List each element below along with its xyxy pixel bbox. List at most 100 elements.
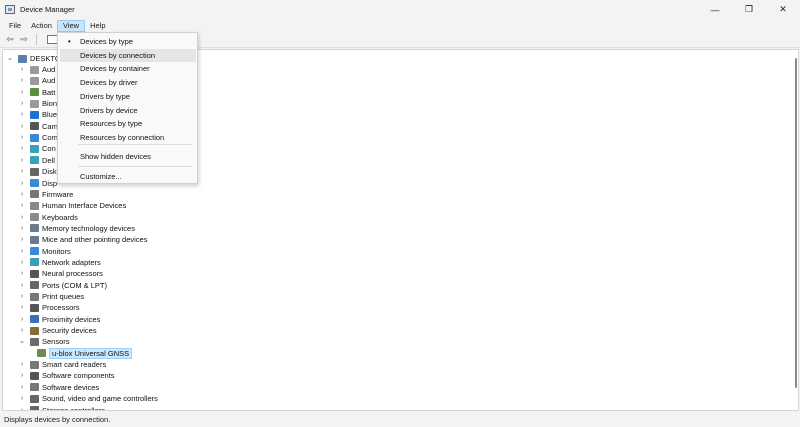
chevron-right-icon[interactable]: › <box>18 121 26 132</box>
chevron-right-icon[interactable]: › <box>18 75 26 86</box>
tree-category-item[interactable]: › Smart card readers <box>18 359 106 370</box>
chevron-right-icon[interactable]: › <box>18 132 26 143</box>
tree-category-item[interactable]: › Aud <box>18 64 56 75</box>
tree-category-item[interactable]: › Dell <box>18 155 55 166</box>
chevron-right-icon[interactable]: › <box>18 155 26 166</box>
menu-item-devices-by-type[interactable]: • Devices by type <box>60 35 196 48</box>
menu-action[interactable]: Action <box>26 20 57 32</box>
chevron-right-icon[interactable]: › <box>18 405 26 411</box>
menu-view[interactable]: View <box>56 19 86 32</box>
tree-item-label: Network adapters <box>42 257 101 267</box>
chevron-down-icon[interactable]: ⌄ <box>6 53 14 64</box>
menu-help[interactable]: Help <box>85 20 110 32</box>
tree-category-item[interactable]: › Mice and other pointing devices <box>18 234 148 245</box>
chevron-right-icon[interactable]: › <box>18 189 26 200</box>
restore-button[interactable]: ❐ <box>732 0 766 19</box>
tree-category-item[interactable]: › Storage controllers <box>18 405 105 411</box>
tree-category-item[interactable]: › Memory technology devices <box>18 223 135 234</box>
view-menu-dropdown: • Devices by type Devices by connection Dev… <box>57 32 198 184</box>
menu-item-drivers-by-type[interactable]: Drivers by type <box>60 90 196 103</box>
menu-file[interactable]: File <box>4 20 26 32</box>
tree-category-item[interactable]: › Con <box>18 143 56 154</box>
minimize-button[interactable]: — <box>698 0 732 19</box>
close-button[interactable]: ✕ <box>766 0 800 19</box>
chevron-right-icon[interactable]: › <box>18 109 26 120</box>
chevron-right-icon[interactable]: › <box>18 98 26 109</box>
menu-item-resources-by-type[interactable]: Resources by type <box>60 117 196 130</box>
forward-arrow-icon[interactable]: ⇨ <box>18 34 30 46</box>
window-title: Device Manager <box>20 5 75 14</box>
chevron-right-icon[interactable]: › <box>18 359 26 370</box>
chevron-right-icon[interactable]: › <box>18 166 26 177</box>
tree-category-item[interactable]: › Human Interface Devices <box>18 200 126 211</box>
tree-category-item[interactable]: › Keyboards <box>18 212 78 223</box>
device-category-icon <box>30 99 39 108</box>
chevron-right-icon[interactable]: › <box>18 393 26 404</box>
chevron-right-icon[interactable]: › <box>18 382 26 393</box>
menu-item-drivers-by-device[interactable]: Drivers by device <box>60 104 196 117</box>
chevron-right-icon[interactable]: › <box>18 370 26 381</box>
tree-category-item[interactable]: › Ports (COM & LPT) <box>18 280 107 291</box>
device-category-icon <box>30 394 39 403</box>
tree-category-item[interactable]: › Firmware <box>18 189 73 200</box>
back-arrow-icon[interactable]: ⇦ <box>4 34 16 46</box>
tree-category-item[interactable]: › Sound, video and game controllers <box>18 393 158 404</box>
chevron-right-icon[interactable]: › <box>18 223 26 234</box>
tree-category-item[interactable]: › Processors <box>18 302 80 313</box>
chevron-right-icon[interactable]: › <box>18 268 26 279</box>
tree-category-item[interactable]: › Network adapters <box>18 257 101 268</box>
tree-category-item[interactable]: › Blue <box>18 109 57 120</box>
menu-item-devices-by-container[interactable]: Devices by container <box>60 62 196 75</box>
bullet-check-icon: • <box>68 37 71 46</box>
chevron-right-icon[interactable]: › <box>18 87 26 98</box>
tree-item-label: Ports (COM & LPT) <box>42 280 108 290</box>
chevron-right-icon[interactable]: › <box>18 291 26 302</box>
chevron-right-icon[interactable]: › <box>18 234 26 245</box>
tree-category-item[interactable]: › Software components <box>18 370 115 381</box>
chevron-down-icon[interactable]: ⌄ <box>18 336 26 347</box>
tree-category-item[interactable]: › Print queues <box>18 291 84 302</box>
tree-item-label: Memory technology devices <box>42 223 135 233</box>
chevron-right-icon[interactable]: › <box>18 280 26 291</box>
tree-item-label: u-blox Universal GNSS <box>49 347 133 359</box>
menu-item-show-hidden-devices[interactable]: Show hidden devices <box>60 150 196 163</box>
chevron-right-icon[interactable]: › <box>18 246 26 257</box>
tree-device-item[interactable]: u-blox Universal GNSS <box>33 347 133 359</box>
chevron-right-icon[interactable]: › <box>18 200 26 211</box>
vertical-scrollbar[interactable] <box>793 50 798 410</box>
chevron-right-icon[interactable]: › <box>18 212 26 223</box>
tree-category-item[interactable]: › Cam <box>18 121 58 132</box>
tree-category-item[interactable]: › Software devices <box>18 382 99 393</box>
tree-category-item[interactable]: › Disk <box>18 166 57 177</box>
tree-category-item[interactable]: ⌄ Sensors <box>18 336 69 347</box>
chevron-right-icon[interactable]: › <box>18 178 26 189</box>
tree-category-item[interactable]: › Proximity devices <box>18 314 101 325</box>
tree-item-label: Smart card readers <box>42 360 107 370</box>
chevron-right-icon[interactable]: › <box>18 302 26 313</box>
device-category-icon <box>30 133 39 142</box>
menu-item-resources-by-connection[interactable]: Resources by connection <box>60 131 196 144</box>
tree-item-label: Print queues <box>42 292 85 301</box>
chevron-right-icon[interactable]: › <box>18 325 26 336</box>
device-category-icon <box>30 179 39 187</box>
tree-category-item[interactable]: › Bion <box>18 98 57 109</box>
menu-item-customize[interactable]: Customize... <box>60 170 196 183</box>
device-category-icon <box>30 303 39 312</box>
tree-category-item[interactable]: › Neural processors <box>18 268 103 279</box>
chevron-right-icon[interactable]: › <box>18 257 26 268</box>
tree-category-item[interactable]: › Com <box>18 132 58 143</box>
tree-category-item[interactable]: › Security devices <box>18 325 97 336</box>
tree-root[interactable]: ⌄ DESKTO <box>6 53 61 64</box>
tree-item-label: Human Interface Devices <box>42 201 127 211</box>
chevron-right-icon[interactable]: › <box>18 143 26 154</box>
tree-category-item[interactable]: › Disp <box>18 178 57 189</box>
menu-item-devices-by-driver[interactable]: Devices by driver <box>60 76 196 89</box>
scrollbar-thumb[interactable] <box>795 58 797 388</box>
menu-item-devices-by-connection[interactable]: Devices by connection <box>60 48 196 62</box>
chevron-right-icon[interactable]: › <box>18 64 26 75</box>
tree-category-item[interactable]: › Monitors <box>18 246 71 257</box>
device-category-icon <box>30 213 39 222</box>
chevron-right-icon[interactable]: › <box>18 314 26 325</box>
tree-category-item[interactable]: › Batt <box>18 87 56 98</box>
tree-category-item[interactable]: › Aud <box>18 75 56 86</box>
